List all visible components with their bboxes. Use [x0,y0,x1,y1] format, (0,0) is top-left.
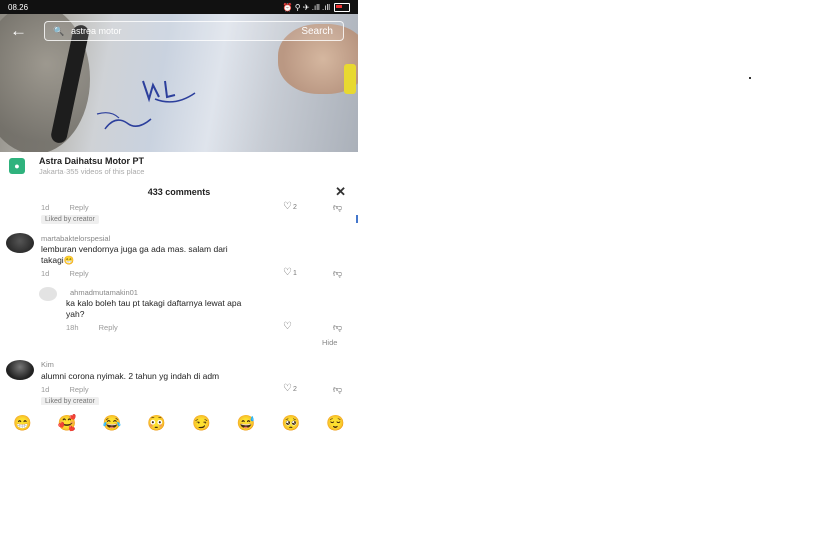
dislike-icon[interactable]: 👎︎ [333,268,342,279]
search-icon: 🔍 [53,25,65,36]
status-icons: ⏰ ⚲ ✈ .ıll .ıll [282,2,350,12]
emoji-laugh-icon[interactable]: 😂 [103,414,122,432]
location-pin-icon: ● [9,158,25,174]
comments-count: 433 comments [147,187,211,197]
heart-icon: ♡ [283,267,292,278]
status-icon-glyphs: ⏰ ⚲ ✈ .ıll .ıll [282,2,330,12]
dislike-icon[interactable]: 👎︎ [333,322,342,333]
search-button[interactable]: Search [301,26,343,37]
liked-by-creator-badge: Liked by creator [41,215,99,224]
emoji-grin-icon[interactable]: 😁 [13,414,32,432]
close-icon[interactable]: ✕ [335,180,346,204]
comment-text: alumni corona nyimak. 2 tahun yg indah d… [41,371,220,381]
comment-text-line2: takagi😁 [41,255,75,265]
emoji-smirk-icon[interactable]: 😏 [192,414,211,432]
comment-meta: 18h Reply [66,323,118,332]
emoji-sweat-icon[interactable]: 😅 [237,414,256,432]
emoji-flushed-icon[interactable]: 😳 [147,414,166,432]
liked-by-creator-badge: Liked by creator [41,397,99,405]
reply-button[interactable]: Reply [69,203,88,212]
reply-button[interactable]: Reply [69,385,88,394]
dislike-icon[interactable]: 👎︎ [333,384,342,395]
heart-icon: ♡ [283,321,292,332]
battery-icon [334,2,350,12]
edge-marker [356,215,358,223]
comment-username[interactable]: Kim [41,360,54,369]
emoji-hearts-icon[interactable]: 🥰 [58,414,77,432]
place-subtitle: Jakarta·355 videos of this place [39,167,145,176]
like-button[interactable]: ♡2 [283,201,297,212]
comment-meta: 1d Reply [41,203,89,212]
comment-meta: 1d Reply [41,385,89,394]
emoji-pleading-icon[interactable]: 🥺 [282,414,301,432]
comment-age: 1d [41,385,50,394]
comment-text-line1: lemburan vendornya juga ga ada mas. sala… [41,244,228,254]
video-scribble-image [96,80,196,130]
avatar[interactable] [6,360,34,380]
comment-age: 18h [66,323,79,332]
status-time: 08.26 [8,2,29,12]
comments-header: 433 comments ✕ [0,180,358,204]
comment-text-line2: yah? [66,309,85,319]
reply-button[interactable]: Reply [99,323,118,332]
search-input[interactable]: 🔍 astrea motor Search [44,21,344,41]
like-button[interactable]: ♡2 [283,383,297,394]
heart-icon: ♡ [283,383,292,394]
heart-icon: ♡ [283,201,292,212]
hide-replies-button[interactable]: Hide [322,338,337,347]
video-marker-shape [344,64,356,94]
like-button[interactable]: ♡ [283,321,292,332]
like-button[interactable]: ♡1 [283,267,297,278]
comment-username[interactable]: martabaktelorspesial [41,234,110,243]
reply-button[interactable]: Reply [69,269,88,278]
comment-age: 1d [41,269,50,278]
emoji-relieved-icon[interactable]: 😌 [326,414,345,432]
avatar[interactable] [6,233,34,253]
place-bar[interactable]: ● Astra Daihatsu Motor PT Jakarta·355 vi… [0,152,358,180]
stray-dot [749,77,751,79]
like-count: 1 [292,270,297,277]
comment-username[interactable]: ahmadmutamakin01 [70,288,138,297]
status-bar: 08.26 ⏰ ⚲ ✈ .ıll .ıll [0,0,358,14]
like-count: 2 [292,386,297,393]
phone-screen: 08.26 ⏰ ⚲ ✈ .ıll .ıll ← 🔍 astrea motor S… [0,0,358,440]
comment-age: 1d [41,203,50,212]
back-button[interactable]: ← [10,22,32,40]
comment-text-line1: ka kalo boleh tau pt takagi daftarnya le… [66,298,242,308]
comments-panel: 433 comments ✕ 1d Reply ♡2 👎︎ Liked by c… [0,180,358,405]
emoji-bar: 😁 🥰 😂 😳 😏 😅 🥺 😌 [0,408,358,438]
dislike-icon[interactable]: 👎︎ [333,202,342,213]
place-name: Astra Daihatsu Motor PT [39,156,145,166]
like-count: 2 [292,204,297,211]
avatar[interactable] [39,287,57,301]
comment-meta: 1d Reply [41,269,89,278]
search-query-text[interactable]: astrea motor [67,26,301,36]
